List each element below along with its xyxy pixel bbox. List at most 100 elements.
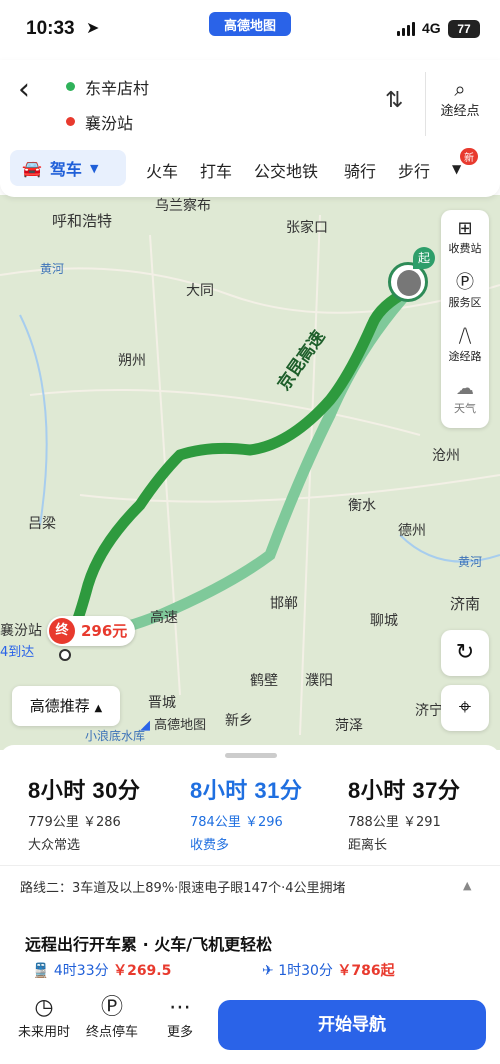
route-header: ‹ 东辛店村 襄汾站 ⇅ ⌕ 途经点 🚘 驾车 ▼ 火车 打车 公交地铁 骑行 …: [0, 60, 500, 197]
origin-dot-icon: [66, 82, 75, 91]
via-label: 途经点: [440, 104, 480, 119]
cloud-icon: ☁: [456, 378, 474, 399]
tab-drive[interactable]: 🚘 驾车 ▼: [10, 150, 126, 186]
search-icon: ⌕: [454, 77, 466, 101]
city-label: 济南: [450, 595, 481, 613]
chevron-up-icon: ▲: [94, 703, 103, 714]
city-label: 新乡: [225, 713, 253, 729]
river-label: 黄河: [458, 555, 483, 569]
route-tag: 收费多: [190, 838, 230, 853]
end-price: 296元: [81, 622, 128, 640]
destination-field[interactable]: 襄汾站: [85, 110, 133, 134]
parking-icon: Ⓟ: [456, 272, 474, 293]
back-icon[interactable]: ‹: [18, 72, 30, 107]
start-navigation-button[interactable]: 开始导航: [218, 1000, 486, 1050]
train-icon: 🚆: [32, 963, 50, 979]
train-time: 4时33分: [53, 963, 109, 979]
car-icon: 🚘: [22, 158, 42, 178]
start-label: 起: [413, 247, 435, 269]
route-tag: 大众常选: [28, 838, 81, 853]
signal-icon: [397, 22, 415, 36]
toll-tool[interactable]: ⊞ 收费站: [441, 218, 489, 256]
via-road-tool[interactable]: ⧸⧹ 途经路: [441, 326, 489, 364]
plane-option[interactable]: ✈ 1时30分 ￥786起: [262, 960, 395, 980]
clock: 10:33: [26, 18, 75, 39]
city-label: 濮阳: [305, 673, 333, 689]
map-logo: ◢ 高德地图: [140, 714, 206, 733]
tab-train[interactable]: 火车: [146, 158, 178, 182]
recommend-label: 高德推荐: [29, 697, 90, 715]
more-button[interactable]: ⋯ 更多: [150, 995, 210, 1040]
more-icon: ⋯: [169, 995, 191, 1020]
network-type: 4G: [422, 20, 441, 36]
weather-tool[interactable]: ☁ 天气: [441, 378, 489, 416]
river-label: 黄河: [40, 262, 65, 276]
route-option-2[interactable]: 8小时 31分 784公里 ￥296 收费多: [190, 773, 302, 853]
city-label: 大同: [186, 283, 214, 299]
more-modes-icon[interactable]: ▼: [452, 162, 461, 176]
locate-icon[interactable]: ⌖: [441, 685, 489, 731]
divider: [0, 865, 500, 866]
road-icon: ⧸⧹: [458, 326, 472, 347]
city-label: 吕梁: [28, 516, 56, 532]
future-time-button[interactable]: ◷ 未来用时: [14, 995, 74, 1040]
tab-walk[interactable]: 步行: [398, 158, 432, 182]
city-label: 呼和浩特: [52, 212, 113, 230]
tab-bike[interactable]: 骑行: [344, 158, 376, 182]
swap-icon[interactable]: ⇅: [385, 88, 403, 113]
chevron-up-icon[interactable]: ▲: [463, 879, 471, 892]
chevron-down-icon: ▼: [89, 161, 99, 175]
future-label: 未来用时: [17, 1025, 70, 1040]
service-tool[interactable]: Ⓟ 服务区: [441, 272, 489, 310]
route-info: 784公里 ￥296: [190, 815, 283, 830]
route-sheet: 8小时 30分 779公里 ￥286 大众常选 8小时 31分 784公里 ￥2…: [0, 745, 500, 1064]
route-info: 788公里 ￥291: [348, 815, 441, 830]
promo-title: 远程出行开车累 · 火车/飞机更轻松: [25, 935, 273, 954]
toll-label: 收费站: [448, 242, 482, 255]
new-badge: 新: [460, 148, 478, 165]
plane-price: ￥786起: [337, 963, 395, 979]
tab-taxi[interactable]: 打车: [200, 158, 232, 182]
city-label: 朔州: [118, 353, 146, 369]
refresh-icon[interactable]: ↻: [441, 630, 489, 676]
tab-transit[interactable]: 公交地铁: [254, 158, 318, 182]
city-label: 济宁: [415, 703, 443, 719]
toll-icon: ⊞: [457, 218, 473, 239]
tab-drive-label: 驾车: [49, 160, 82, 179]
weather-label: 天气: [454, 402, 476, 415]
route-time: 8小时 37分: [348, 778, 461, 803]
route-time: 8小时 30分: [28, 778, 141, 803]
route-option-1[interactable]: 8小时 30分 779公里 ￥286 大众常选: [28, 773, 140, 853]
status-bar: 10:33 ➤ 高德地图 4G 77: [0, 0, 500, 60]
city-label: 张家口: [286, 220, 328, 236]
route-info: 779公里 ￥286: [28, 815, 121, 830]
route-time: 8小时 31分: [190, 778, 303, 803]
city-label: 衡水: [348, 498, 376, 514]
parking-button[interactable]: Ⓟ 终点停车: [82, 995, 142, 1040]
via-button[interactable]: ⌕ 途经点: [434, 78, 486, 119]
route-option-3[interactable]: 8小时 37分 788公里 ￥291 距离长: [348, 773, 460, 853]
highway-label-2: 高速: [150, 610, 178, 626]
destination-pin[interactable]: 终 296元: [47, 616, 136, 646]
train-option[interactable]: 🚆 4时33分 ￥269.5: [32, 960, 171, 980]
via-road-label: 途经路: [448, 350, 482, 363]
plane-time: 1时30分: [278, 963, 333, 979]
parking-icon: Ⓟ: [100, 995, 123, 1020]
lake-label: 小浪底水库: [85, 729, 146, 743]
divider: [425, 72, 426, 136]
app-badge: 高德地图: [209, 12, 291, 36]
drag-handle[interactable]: [225, 753, 277, 758]
location-arrow-icon: ➤: [86, 18, 100, 37]
route-detail[interactable]: 路线二：3车道及以上89%·限速电子眼147个·4公里拥堵: [20, 877, 346, 896]
parking-label: 终点停车: [85, 1025, 138, 1040]
city-label: 聊城: [370, 613, 398, 629]
city-label: 德州: [398, 523, 426, 539]
city-label: 乌兰察布: [155, 198, 211, 214]
service-label: 服务区: [448, 296, 482, 309]
destination-map-label: 襄汾站: [0, 623, 42, 639]
recommend-button[interactable]: 高德推荐 ▲: [12, 686, 120, 726]
clock-icon: ◷: [34, 995, 54, 1020]
city-label: 菏泽: [335, 718, 363, 734]
origin-field[interactable]: 东辛店村: [85, 75, 149, 99]
logo-arrow-icon: ◢: [140, 718, 150, 733]
